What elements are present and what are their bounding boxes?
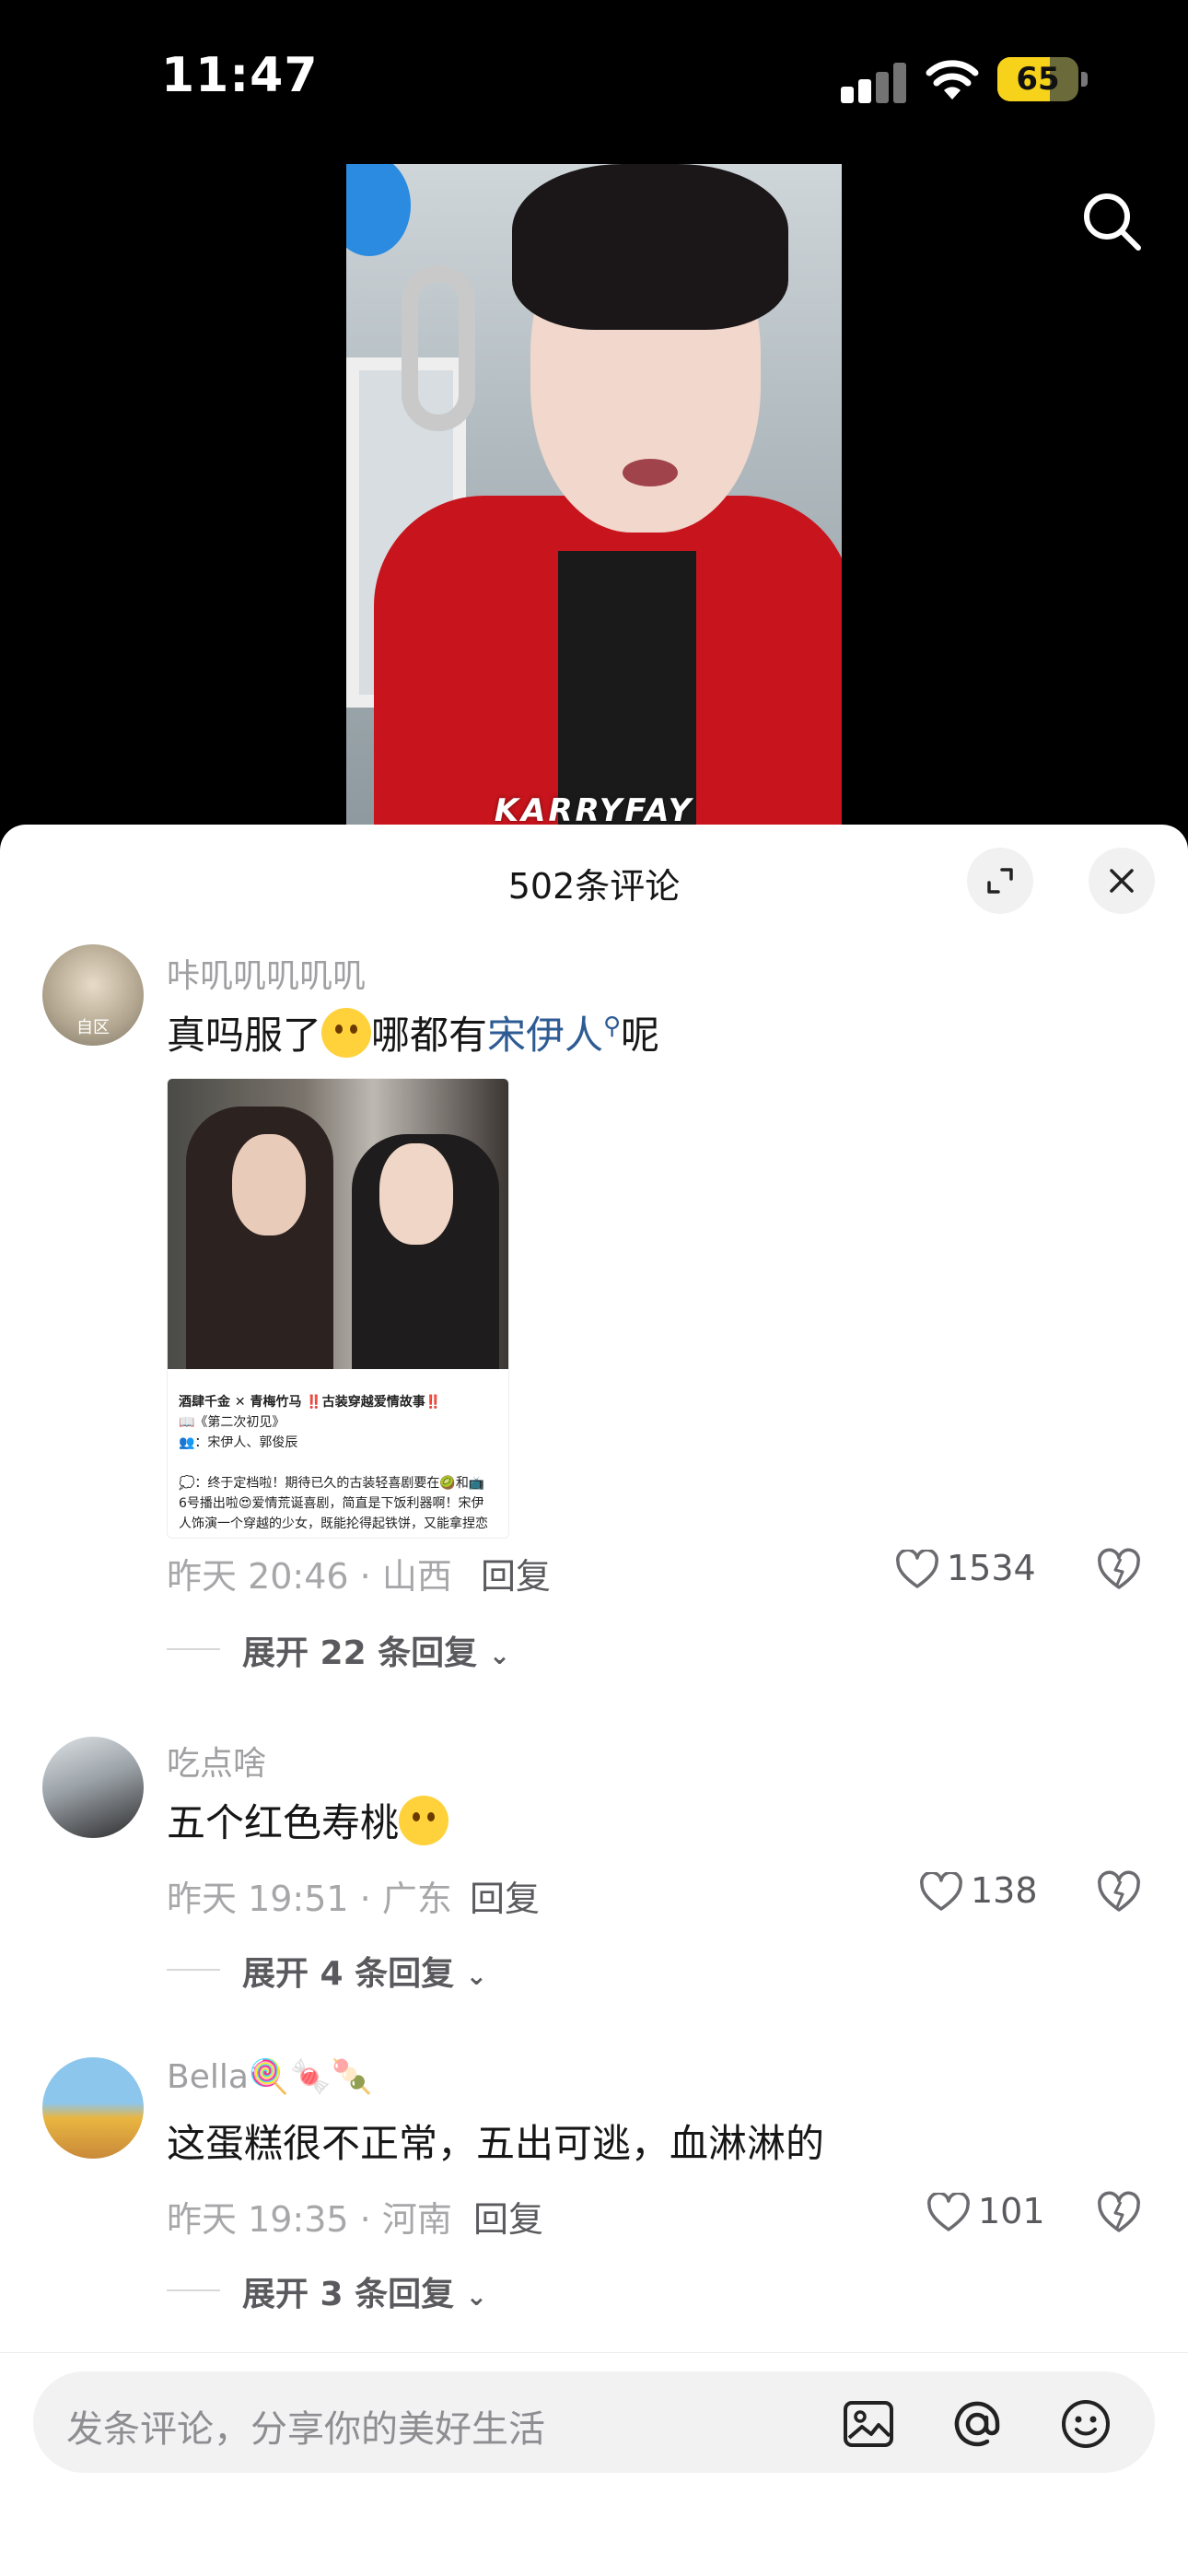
like-count: 101 (978, 2191, 1045, 2231)
close-icon (1110, 869, 1134, 893)
attachment-line: 人饰演一个穿越的少女，既能抡得起铁饼，又能拿捏恋 (179, 1516, 488, 1531)
comment-username[interactable]: 吃点啥 (167, 1737, 266, 1785)
video-player[interactable]: KARRYFAY (346, 164, 842, 829)
wifi-icon (926, 60, 979, 100)
battery-percent: 65 (1016, 61, 1060, 98)
like-button[interactable]: 1534 (895, 1548, 1042, 1592)
comment-text-part: 五个红色寿桃 (167, 1800, 400, 1845)
close-button[interactable] (1089, 848, 1155, 914)
comment-text: 五个红色寿桃 (167, 1792, 449, 1848)
comment-time-location: 昨天 19:51 · 广东 (167, 1879, 452, 1919)
comment-input[interactable]: 发条评论，分享你的美好生活 (33, 2371, 1155, 2473)
comment-input-placeholder: 发条评论，分享你的美好生活 (66, 2408, 545, 2451)
flushed-face-emoji-icon (399, 1796, 449, 1845)
reply-button[interactable]: 回复 (473, 2191, 543, 2242)
expand-icon (987, 868, 1013, 894)
image-icon[interactable] (842, 2397, 895, 2451)
emoji-icon[interactable] (1059, 2397, 1112, 2451)
chevron-down-icon: ⌄ (488, 1640, 511, 1670)
expand-replies-button[interactable]: 展开 22 条回复 ⌄ (167, 1626, 535, 1672)
dislike-icon[interactable] (1096, 1870, 1142, 1914)
comment-text-part: 哪都有 (371, 1013, 488, 1058)
video-watermark: KARRYFAY (494, 792, 694, 829)
heart-icon (920, 1872, 962, 1911)
attachment-line: 💭：终于定档啦！期待已久的古装轻喜剧要在🥝和📺 (179, 1476, 485, 1491)
heart-icon (927, 2193, 970, 2231)
search-mini-icon: ⚲ (603, 1013, 622, 1040)
attachment-line: 6号播出啦😍爱情荒诞喜剧，简直是下饭利器啊！宋伊 (179, 1496, 484, 1511)
search-icon[interactable] (1079, 189, 1144, 253)
comment-text: 真吗服了 哪都有宋伊人⚲呢 (167, 1004, 659, 1060)
attachment-line: 👥：宋伊人、郭俊辰 (179, 1435, 298, 1450)
avatar-label: 自区 (76, 1018, 110, 1037)
expand-replies-label: 展开 3 条回复 (242, 2276, 455, 2313)
chevron-down-icon: ⌄ (465, 1961, 488, 1991)
status-bar: 11:47 65 (0, 0, 1188, 157)
expand-replies-label: 展开 4 条回复 (242, 1955, 455, 1993)
like-count: 138 (971, 1870, 1038, 1911)
like-button[interactable]: 101 (926, 2191, 1046, 2235)
like-button[interactable]: 138 (919, 1870, 1048, 1914)
reply-button[interactable]: 回复 (470, 1870, 540, 1921)
attachment-line: 📖《第二次初见》 (179, 1415, 285, 1430)
comment-username[interactable]: 咔叽叽叽叽叽 (167, 949, 366, 997)
attachment-line: 酒肆千金 ✕ 青梅竹马 ‼️古装穿越爱情故事‼️ (179, 1395, 442, 1410)
comment-time-location: 昨天 19:35 · 河南 (167, 2199, 452, 2240)
comment-input-bar: 发条评论，分享你的美好生活 (0, 2352, 1188, 2576)
avatar[interactable] (42, 1737, 144, 1838)
grinning-sweat-emoji-icon (321, 1008, 372, 1058)
expand-button[interactable] (967, 848, 1033, 914)
status-time: 11:47 (161, 48, 319, 103)
avatar[interactable] (42, 2057, 144, 2159)
like-count: 1534 (947, 1548, 1036, 1588)
comment-username[interactable]: Bella🍭🍬🍡 (167, 2057, 372, 2096)
at-icon[interactable] (950, 2397, 1004, 2451)
comment-attachment-image[interactable]: 酒肆千金 ✕ 青梅竹马 ‼️古装穿越爱情故事‼️ 📖《第二次初见》 👥：宋伊人、… (167, 1078, 509, 1539)
chevron-down-icon: ⌄ (465, 2281, 488, 2312)
expand-replies-label: 展开 22 条回复 (242, 1634, 478, 1672)
dislike-icon[interactable] (1096, 1548, 1142, 1592)
expand-replies-button[interactable]: 展开 4 条回复 ⌄ (167, 1947, 535, 1993)
comment-time-location: 昨天 20:46 · 山西 (167, 1556, 452, 1597)
reply-button[interactable]: 回复 (481, 1548, 551, 1598)
avatar[interactable]: 自区 (42, 944, 144, 1046)
comment-text-part: 呢 (621, 1013, 660, 1058)
battery-indicator: 65 (997, 57, 1089, 101)
comment-text-part: 真吗服了 (167, 1013, 322, 1058)
heart-icon (896, 1550, 938, 1588)
expand-replies-button[interactable]: 展开 3 条回复 ⌄ (167, 2267, 535, 2313)
dislike-icon[interactable] (1096, 2191, 1142, 2235)
cellular-signal-icon (841, 63, 907, 103)
comment-sheet: 502条评论 自区 咔叽叽叽叽叽 真吗服了 哪都有宋伊人⚲呢 酒肆千金 ✕ 青梅竹… (0, 825, 1188, 2576)
search-link[interactable]: 宋伊人 (487, 1013, 603, 1058)
comment-text: 这蛋糕很不正常，五出可逃，血淋淋的 (167, 2121, 825, 2166)
